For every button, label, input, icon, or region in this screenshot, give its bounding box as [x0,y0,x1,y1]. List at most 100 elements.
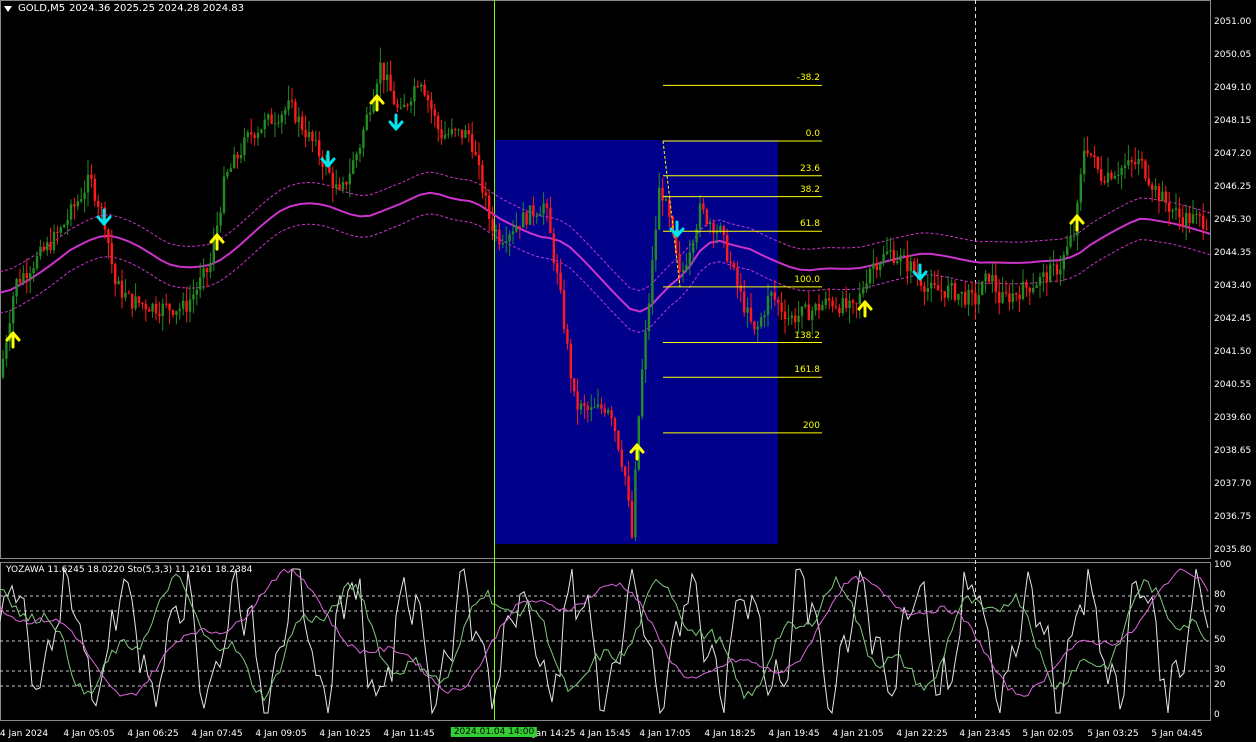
candle-body [913,261,916,272]
candle-body [556,263,559,273]
candle-body [90,174,93,179]
candle-body [420,84,423,87]
candle-body [970,289,974,293]
candle-body [69,204,73,220]
sell-arrow-icon [388,113,404,131]
candle-body [273,123,277,125]
candle-body [658,187,661,230]
candle-body [474,152,477,155]
candle-body [1066,246,1069,255]
candle-body [437,115,440,130]
candle-body [1110,172,1113,179]
candle-body [1113,176,1116,179]
candle-body [637,416,640,470]
candle-body [1147,178,1150,185]
fibonacci-level-label: 38.2 [799,184,820,195]
candle-body [49,242,52,251]
candle-body [484,192,487,196]
stochastic-signal-line [0,573,1209,702]
chart-window[interactable]: GOLD,M5 2024.36 2025.25 2024.28 2024.83 … [0,0,1256,742]
price-tick-label: 2048.15 [1214,115,1252,126]
triangle-down-icon[interactable] [4,5,12,12]
candle-body [25,273,28,279]
candle-body [450,129,453,135]
candle-body [134,296,137,309]
sell-arrow-icon [912,263,928,281]
candle-body [29,273,32,279]
candle-body [906,255,909,272]
candle-body [763,315,766,318]
candle-body [797,315,800,323]
time-tick-label: 4 Jan 05:05 [63,729,115,739]
candle-body [841,298,844,313]
candle-body [83,192,86,200]
price-tick-label: 2037.70 [1214,479,1252,490]
candle-body [246,132,249,138]
candle-body [379,62,382,84]
candle-body [736,267,739,286]
candle-body [807,304,810,321]
candle-body [399,107,402,109]
candle-body [188,299,192,312]
candle-body [1157,186,1161,202]
fibonacci-level-label: 161.8 [794,365,820,376]
candle-body [885,251,889,254]
candle-body [685,264,688,271]
price-tick-label: 2042.45 [1214,313,1252,324]
candle-body [753,321,756,330]
candle-body [12,296,15,324]
candle-body [702,203,705,210]
candle-body [168,304,171,311]
candle-body [358,147,362,154]
candle-body [1123,165,1127,168]
buy-arrow-icon [1069,214,1085,232]
candle-body [464,130,467,138]
candle-body [42,246,45,251]
candle-body [362,129,365,148]
candle-body [1032,288,1035,293]
candle-body [1079,174,1082,203]
candle-body [889,250,892,252]
time-tick-label: 4 Jan 07:45 [191,729,243,739]
candle-body [158,313,161,317]
candle-body [688,252,691,265]
candle-body [838,307,841,313]
candle-body [355,154,358,161]
candle-body [1181,217,1184,227]
candle-body [440,129,443,139]
candle-body [192,294,195,300]
candle-body [1195,214,1198,216]
candle-body [233,154,236,169]
fibonacci-level-label: 0.0 [805,129,820,139]
candle-body [1059,269,1062,275]
candle-body [858,293,861,304]
candle-body [698,203,702,229]
candle-body [117,280,120,285]
candle-body [528,205,532,225]
chart-canvas[interactable] [0,0,1256,742]
candle-body [654,229,657,261]
candle-body [467,130,470,135]
candle-body [409,101,413,106]
candle-body [1,358,5,378]
candle-body [294,101,297,123]
candle-body [896,261,899,263]
candle-body [760,317,763,327]
candle-body [726,235,729,262]
candle-body [647,303,651,332]
candle-body [161,303,164,317]
candle-body [930,282,933,289]
candle-body [471,134,474,152]
candle-body [882,253,885,264]
candle-body [804,304,807,307]
price-tick-label: 2045.30 [1214,214,1252,225]
candle-body [909,261,912,272]
candle-body [114,264,117,285]
candle-body [641,369,644,417]
candle-body [1035,285,1038,288]
candle-body [209,262,212,273]
candle-body [338,184,341,190]
candle-body [488,195,491,219]
candle-body [110,243,113,265]
indicator-label: YOZAWA 11.6245 18.0220 Sto(5,3,3) 11.216… [6,565,253,575]
